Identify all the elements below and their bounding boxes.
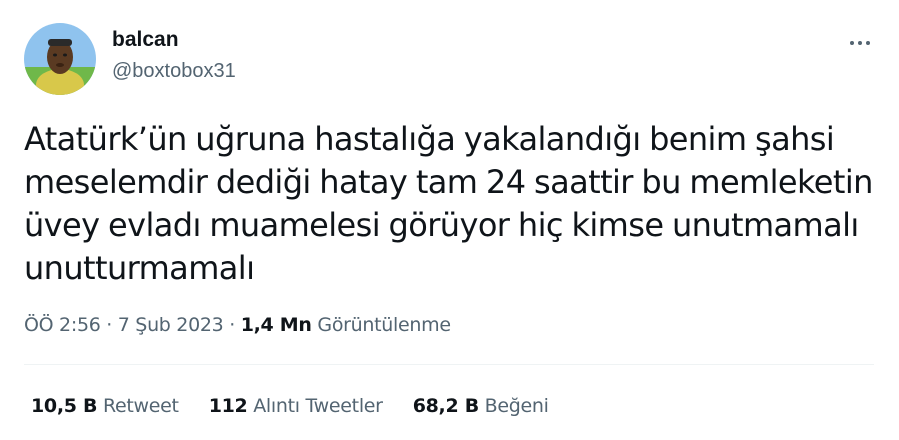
tweet-stats: 10,5 B Retweet 112 Alıntı Tweetler 68,2 … — [31, 395, 579, 417]
more-horizontal-icon-dot — [858, 41, 862, 45]
meta-separator: · — [106, 314, 113, 336]
tweet-time: ÖÖ 2:56 — [24, 314, 101, 336]
likes-label: Beğeni — [484, 395, 549, 417]
avatar-image-icon — [24, 23, 96, 95]
more-horizontal-icon — [850, 41, 854, 45]
retweets-label: Retweet — [102, 395, 179, 417]
avatar[interactable] — [24, 23, 96, 95]
more-horizontal-icon-dot — [866, 41, 870, 45]
author-display-name[interactable]: balcan — [112, 28, 179, 52]
views-count: 1,4 Mn — [240, 314, 312, 336]
tweet-timestamp-link[interactable]: ÖÖ 2:56 · 7 Şub 2023 — [24, 314, 224, 336]
quotes-stat-link[interactable]: 112 Alıntı Tweetler — [209, 395, 383, 417]
divider — [24, 364, 874, 365]
tweet-meta: ÖÖ 2:56 · 7 Şub 2023 · 1,4 Mn Görüntülen… — [24, 314, 451, 336]
likes-count: 68,2 B — [412, 395, 479, 417]
retweets-count: 10,5 B — [31, 395, 98, 417]
views-label: Görüntülenme — [317, 314, 451, 336]
meta-separator: · — [229, 314, 235, 336]
tweet-date: 7 Şub 2023 — [117, 314, 224, 336]
tweet-card: balcan @boxtobox31 Atatürk’ün uğruna has… — [0, 0, 899, 440]
likes-stat-link[interactable]: 68,2 B Beğeni — [413, 395, 549, 417]
retweets-stat-link[interactable]: 10,5 B Retweet — [31, 395, 179, 417]
more-options-button[interactable] — [838, 29, 882, 57]
quotes-count: 112 — [208, 395, 248, 417]
tweet-text: Atatürk’ün uğruna hastalığa yakalandığı … — [24, 120, 873, 287]
quotes-label: Alıntı Tweetler — [253, 395, 383, 417]
author-handle[interactable]: @boxtobox31 — [112, 60, 236, 83]
